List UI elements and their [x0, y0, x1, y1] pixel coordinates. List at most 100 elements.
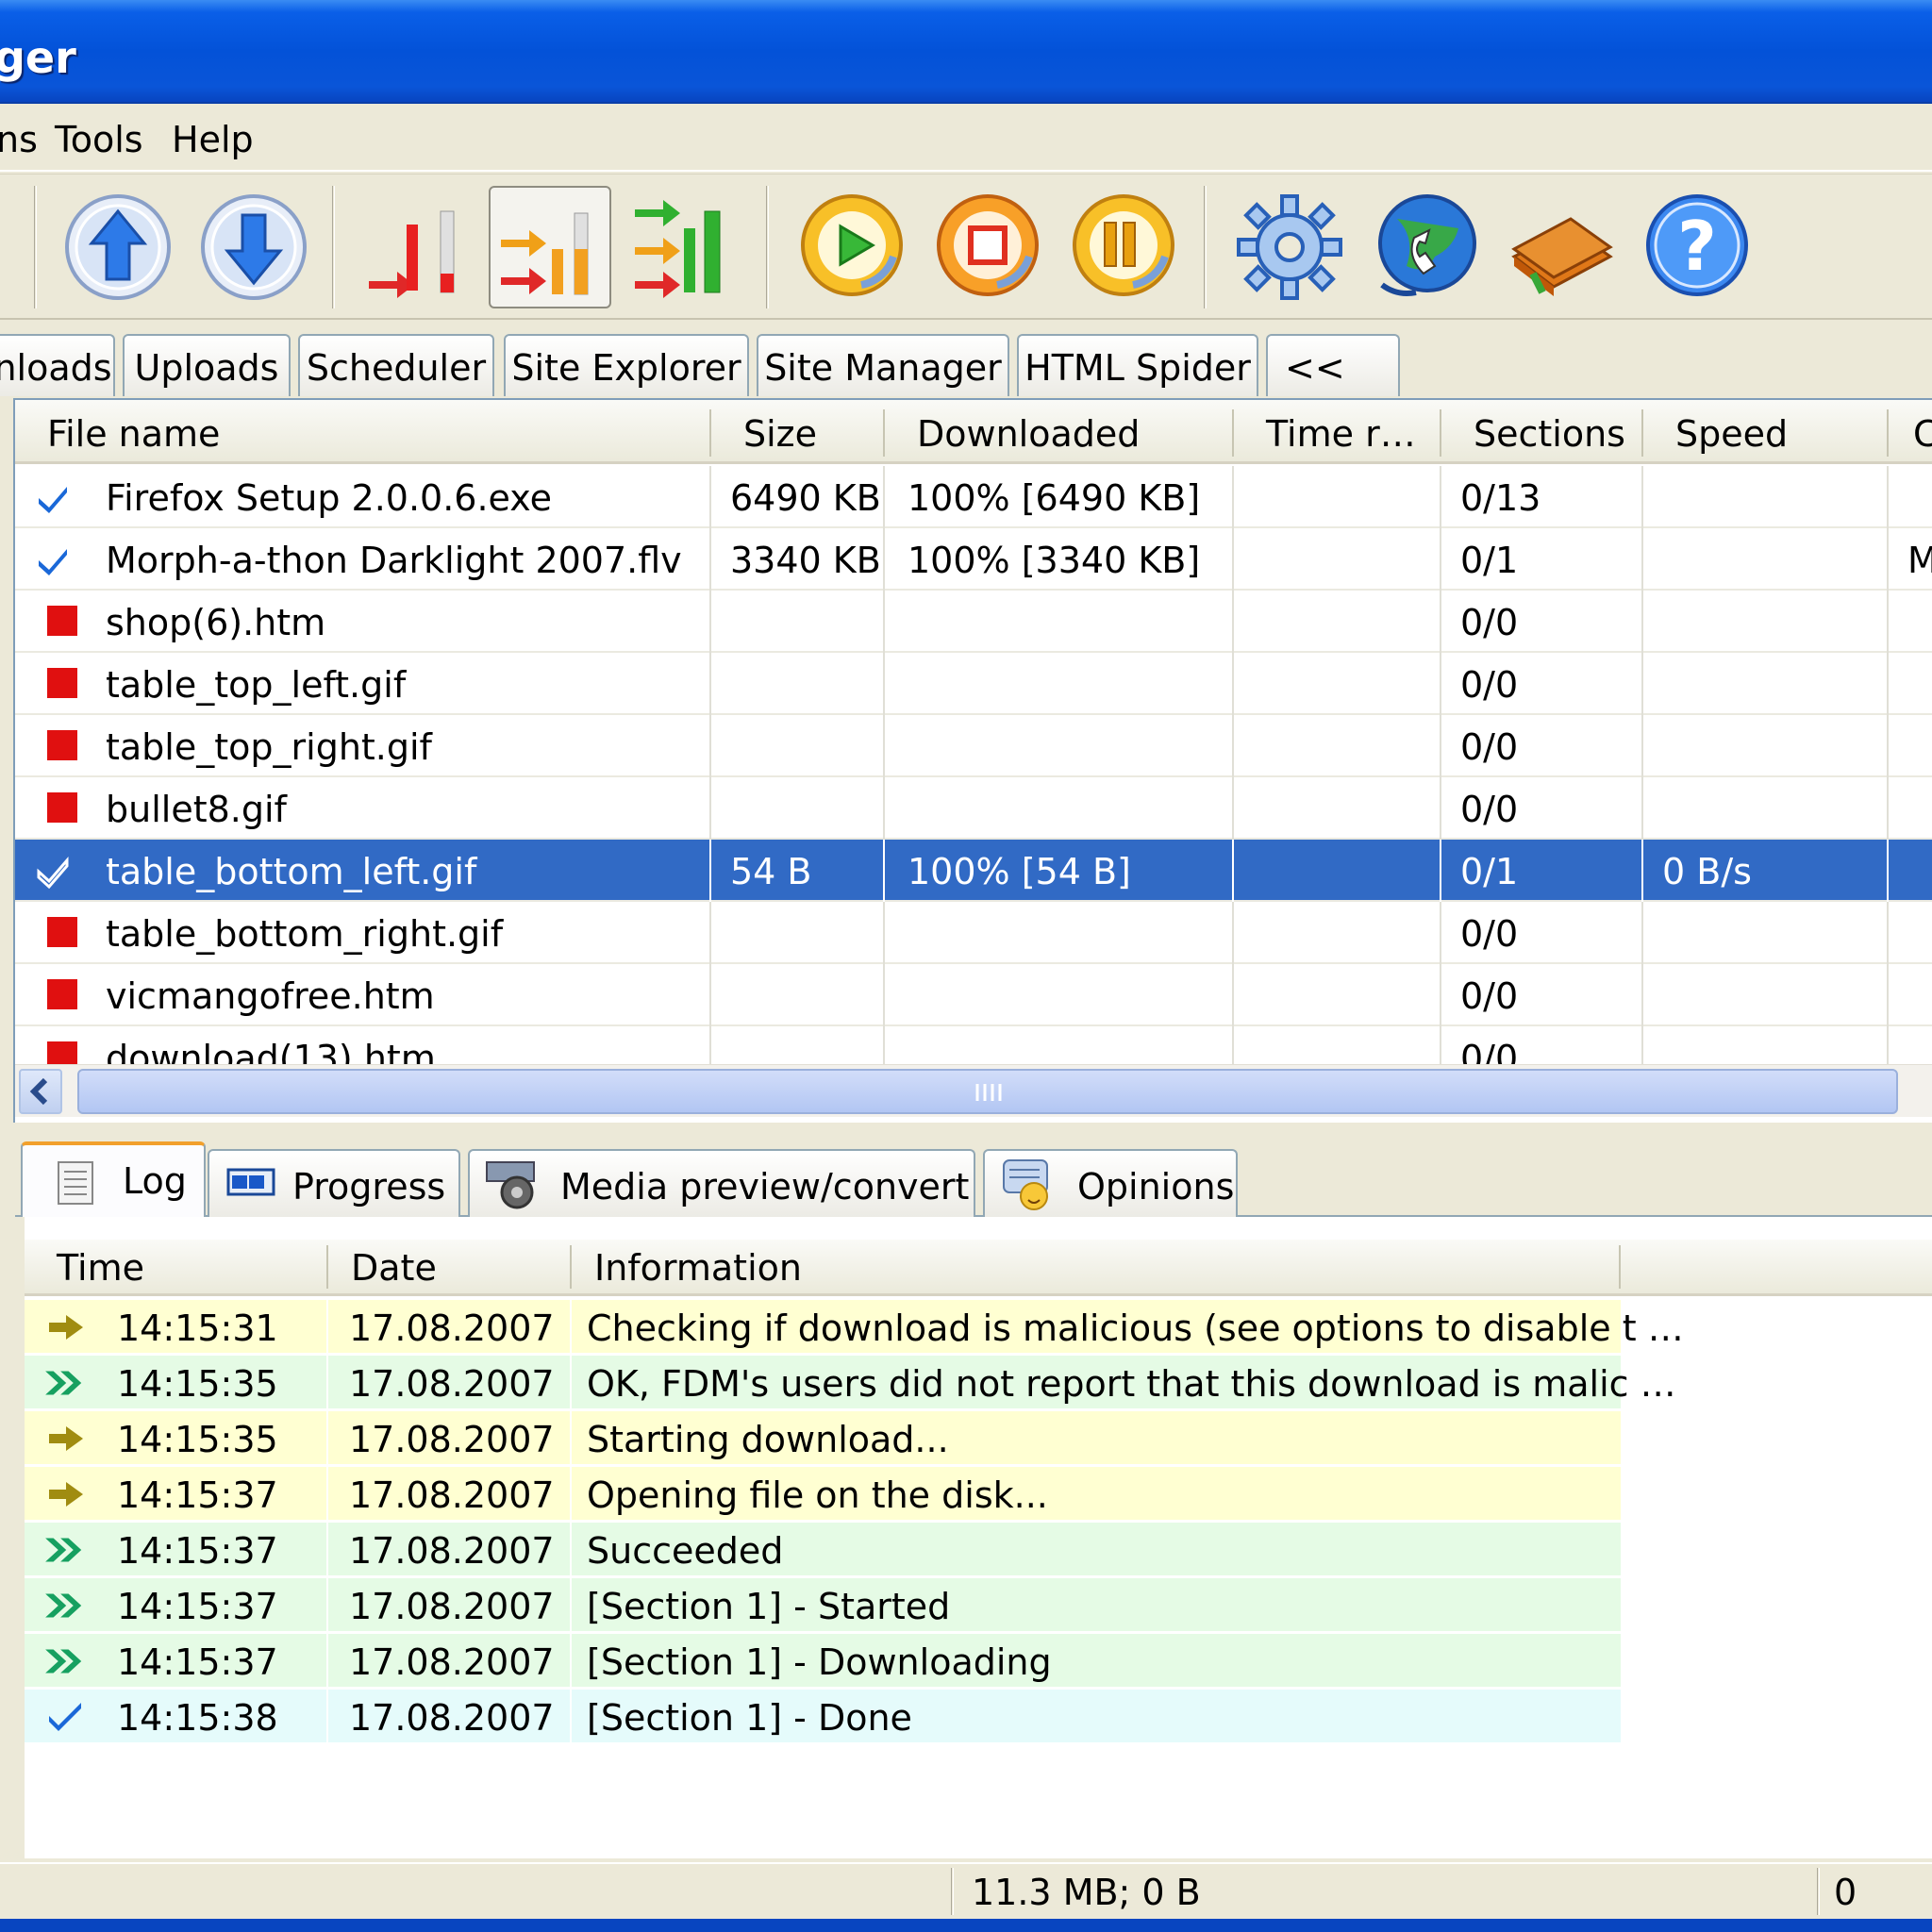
grip-icon [975, 1084, 1002, 1101]
move-up-button[interactable] [57, 186, 179, 308]
globe-phone-icon [1378, 194, 1476, 296]
stop-all-button[interactable] [926, 186, 1049, 308]
cell-divider [1232, 902, 1234, 964]
download-row[interactable]: Firefox Setup 2.0.0.6.exe 6490 KB 100% [64… [15, 466, 1932, 528]
cell-date: 17.08.2007 [349, 1419, 555, 1460]
cell-divider [1641, 777, 1643, 840]
tab-label: Scheduler [306, 347, 487, 389]
download-row[interactable]: table_top_left.gif 0/0 [15, 653, 1932, 715]
cell-time: 14:15:35 [117, 1419, 278, 1460]
cell-date: 17.08.2007 [349, 1307, 555, 1349]
download-list[interactable]: File name Size Downloaded Time r… Sectio… [13, 398, 1932, 1123]
download-row[interactable]: vicmangofree.htm 0/0 [15, 964, 1932, 1026]
column-size[interactable]: Size [743, 413, 817, 455]
title-bar: ger [0, 0, 1932, 104]
cell-divider [709, 528, 711, 591]
cell-divider [1641, 902, 1643, 964]
download-row[interactable]: bullet8.gif 0/0 [15, 777, 1932, 840]
horizontal-scrollbar[interactable] [15, 1064, 1932, 1117]
log-list-header: Time Date Information [25, 1240, 1932, 1296]
tab-uploads[interactable]: Uploads [123, 334, 291, 396]
column-time[interactable]: Time [57, 1247, 144, 1289]
download-row[interactable]: table_bottom_right.gif 0/0 [15, 902, 1932, 964]
cell-sections: 0/13 [1460, 477, 1541, 519]
column-date[interactable]: Date [351, 1247, 437, 1289]
column-comment[interactable]: C [1913, 413, 1932, 455]
column-time-remaining[interactable]: Time r… [1266, 413, 1416, 455]
download-row[interactable]: table_bottom_left.gif 54 B 100% [54 B] 0/1 0… [15, 840, 1932, 902]
log-row[interactable]: 14:15:31 17.08.2007 Checking if download i… [25, 1300, 1684, 1355]
tab-site-explorer[interactable]: Site Explorer [504, 334, 749, 396]
cell-divider [709, 466, 711, 528]
cell-divider [709, 840, 711, 902]
help-button[interactable]: ? [1636, 186, 1758, 308]
cell-divider [570, 1356, 572, 1410]
tab-media-preview[interactable]: Media preview/convert [468, 1149, 975, 1217]
start-all-button[interactable] [791, 186, 913, 308]
tab-opinions[interactable]: Opinions [983, 1149, 1238, 1217]
column-speed[interactable]: Speed [1675, 413, 1788, 455]
tab-downloads[interactable]: nloads [0, 334, 115, 396]
download-row[interactable]: Morph-a-thon Darklight 2007.flv 3340 KB 10… [15, 528, 1932, 591]
tab-log[interactable]: Log [21, 1141, 206, 1219]
tab-label: Media preview/convert [560, 1166, 970, 1208]
manual-button[interactable] [1500, 186, 1623, 308]
cell-speed: 0 B/s [1662, 851, 1752, 892]
cell-size: 54 B [730, 851, 812, 892]
menu-tools[interactable]: Tools [55, 119, 143, 160]
tab-site-manager[interactable]: Site Manager [757, 334, 1009, 396]
log-icon [58, 1161, 93, 1205]
log-row[interactable]: 14:15:35 17.08.2007 OK, FDM's users did no… [25, 1356, 1676, 1410]
log-list[interactable]: Time Date Information 14:15:31 17.08.2007… [15, 1217, 1932, 1858]
move-down-button[interactable] [192, 186, 315, 308]
scroll-thumb[interactable] [77, 1069, 1898, 1114]
menu-options[interactable]: ns [0, 119, 38, 160]
tab-progress[interactable]: Progress [208, 1149, 460, 1217]
toolbar-separator [34, 186, 37, 308]
cell-divider [1887, 466, 1889, 528]
log-row[interactable]: 14:15:37 17.08.2007 Opening file on the di… [25, 1467, 1621, 1522]
cell-divider [570, 1523, 572, 1577]
scroll-left-button[interactable] [19, 1069, 62, 1114]
stopped-icon [47, 668, 77, 698]
download-row[interactable]: table_top_right.gif 0/0 [15, 715, 1932, 777]
opinions-icon [1003, 1159, 1048, 1210]
main-tabs: nloads Uploads Scheduler Site Explorer S… [0, 330, 1932, 398]
log-row[interactable]: 14:15:37 17.08.2007 [Section 1] - Started [25, 1578, 1621, 1633]
cell-divider [883, 840, 885, 902]
cell-divider [709, 715, 711, 777]
cell-divider [1887, 964, 1889, 1026]
options-button[interactable] [1228, 186, 1351, 308]
cell-divider [570, 1578, 572, 1633]
log-row[interactable]: 14:15:37 17.08.2007 Succeeded [25, 1523, 1621, 1577]
log-row[interactable]: 14:15:38 17.08.2007 [Section 1] - Done [25, 1690, 1621, 1744]
dial-button[interactable] [1364, 186, 1487, 308]
traffic-low-button[interactable] [355, 186, 477, 308]
column-sections[interactable]: Sections [1474, 413, 1625, 455]
column-file-name[interactable]: File name [47, 413, 220, 455]
cell-divider [326, 1411, 328, 1466]
column-downloaded[interactable]: Downloaded [917, 413, 1140, 455]
tab-html-spider[interactable]: HTML Spider [1017, 334, 1258, 396]
column-information[interactable]: Information [594, 1247, 802, 1289]
tab-scheduler[interactable]: Scheduler [298, 334, 494, 396]
cell-divider [1887, 902, 1889, 964]
cell-divider [1440, 777, 1441, 840]
log-row[interactable]: 14:15:35 17.08.2007 Starting download... [25, 1411, 1621, 1466]
tab-label: Uploads [134, 347, 279, 389]
cell-divider [1641, 840, 1643, 902]
traffic-high-button[interactable] [625, 186, 747, 308]
stop-icon [937, 194, 1039, 296]
menu-help[interactable]: Help [172, 119, 254, 160]
log-row[interactable]: 14:15:37 17.08.2007 [Section 1] - Download… [25, 1634, 1621, 1689]
pause-all-button[interactable] [1062, 186, 1185, 308]
bottom-tabs: Log Progress Media preview/convert Opini… [15, 1140, 1932, 1219]
cell-divider [1641, 528, 1643, 591]
tab-collapse[interactable]: << [1266, 334, 1400, 396]
double-chevron-icon [45, 1649, 82, 1674]
cell-divider [1232, 528, 1234, 591]
cell-name: table_top_right.gif [106, 726, 432, 768]
download-row[interactable]: shop(6).htm 0/0 [15, 591, 1932, 653]
traffic-medium-button[interactable] [489, 186, 611, 308]
arrow-right-icon [49, 1482, 83, 1507]
